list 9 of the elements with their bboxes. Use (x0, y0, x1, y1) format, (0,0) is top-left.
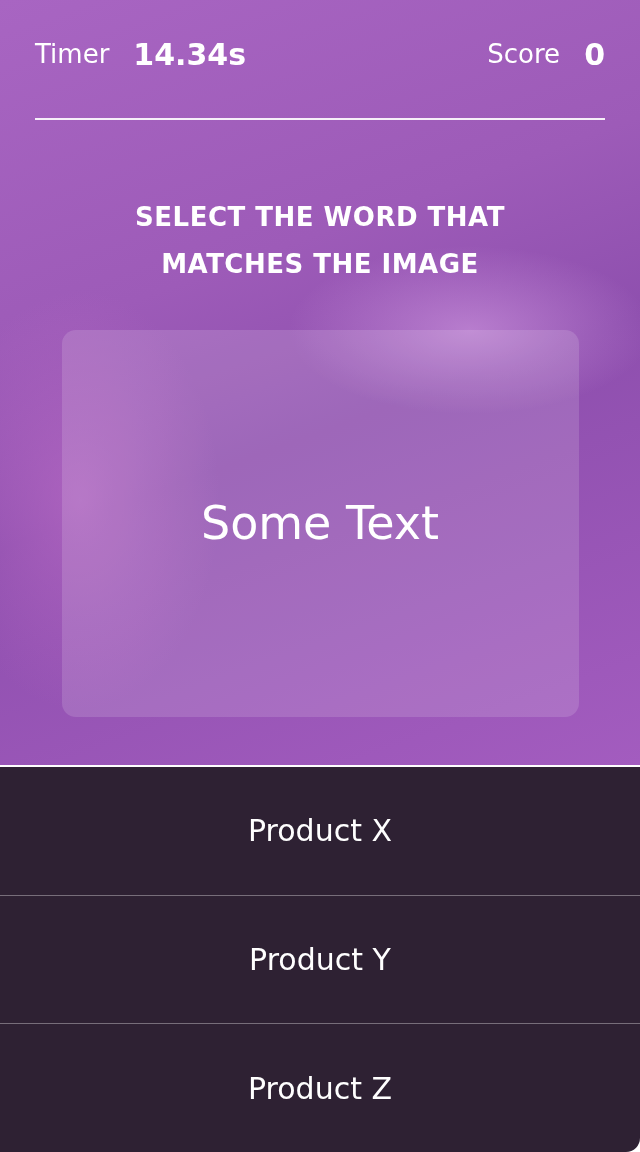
answer-button[interactable]: Product Z (0, 1023, 640, 1152)
answer-button[interactable]: Product X (0, 765, 640, 895)
card-text: Some Text (200, 495, 440, 552)
answer-button[interactable]: Product Y (0, 894, 640, 1024)
score-value: 0 (584, 35, 605, 74)
score-label: Score (487, 37, 561, 71)
timer-value: 14.34s (133, 35, 247, 74)
timer-label: Timer (35, 37, 110, 71)
question-prompt: SELECT THE WORD THAT MATCHES THE IMAGE (134, 201, 506, 281)
